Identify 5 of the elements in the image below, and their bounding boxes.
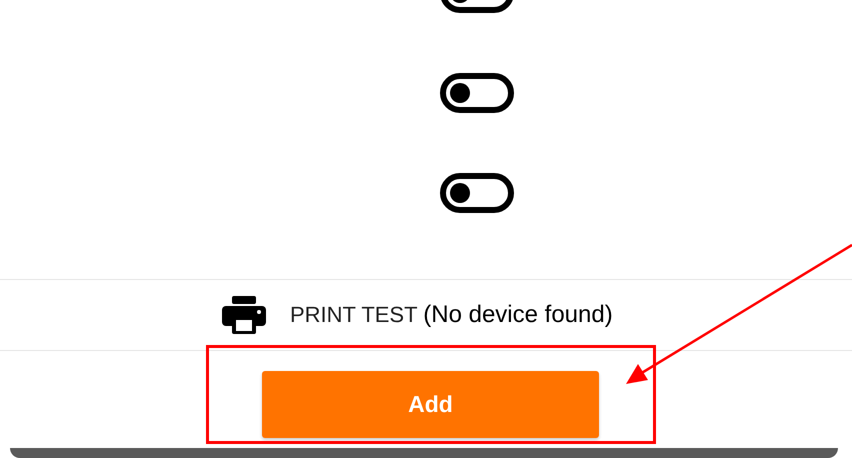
toggle-switch[interactable] [440, 73, 514, 113]
print-test-label: PRINT TEST (No device found) [290, 301, 613, 329]
add-button[interactable]: Add [262, 371, 599, 438]
printer-icon [222, 296, 266, 334]
toggle-switch[interactable] [440, 173, 514, 213]
